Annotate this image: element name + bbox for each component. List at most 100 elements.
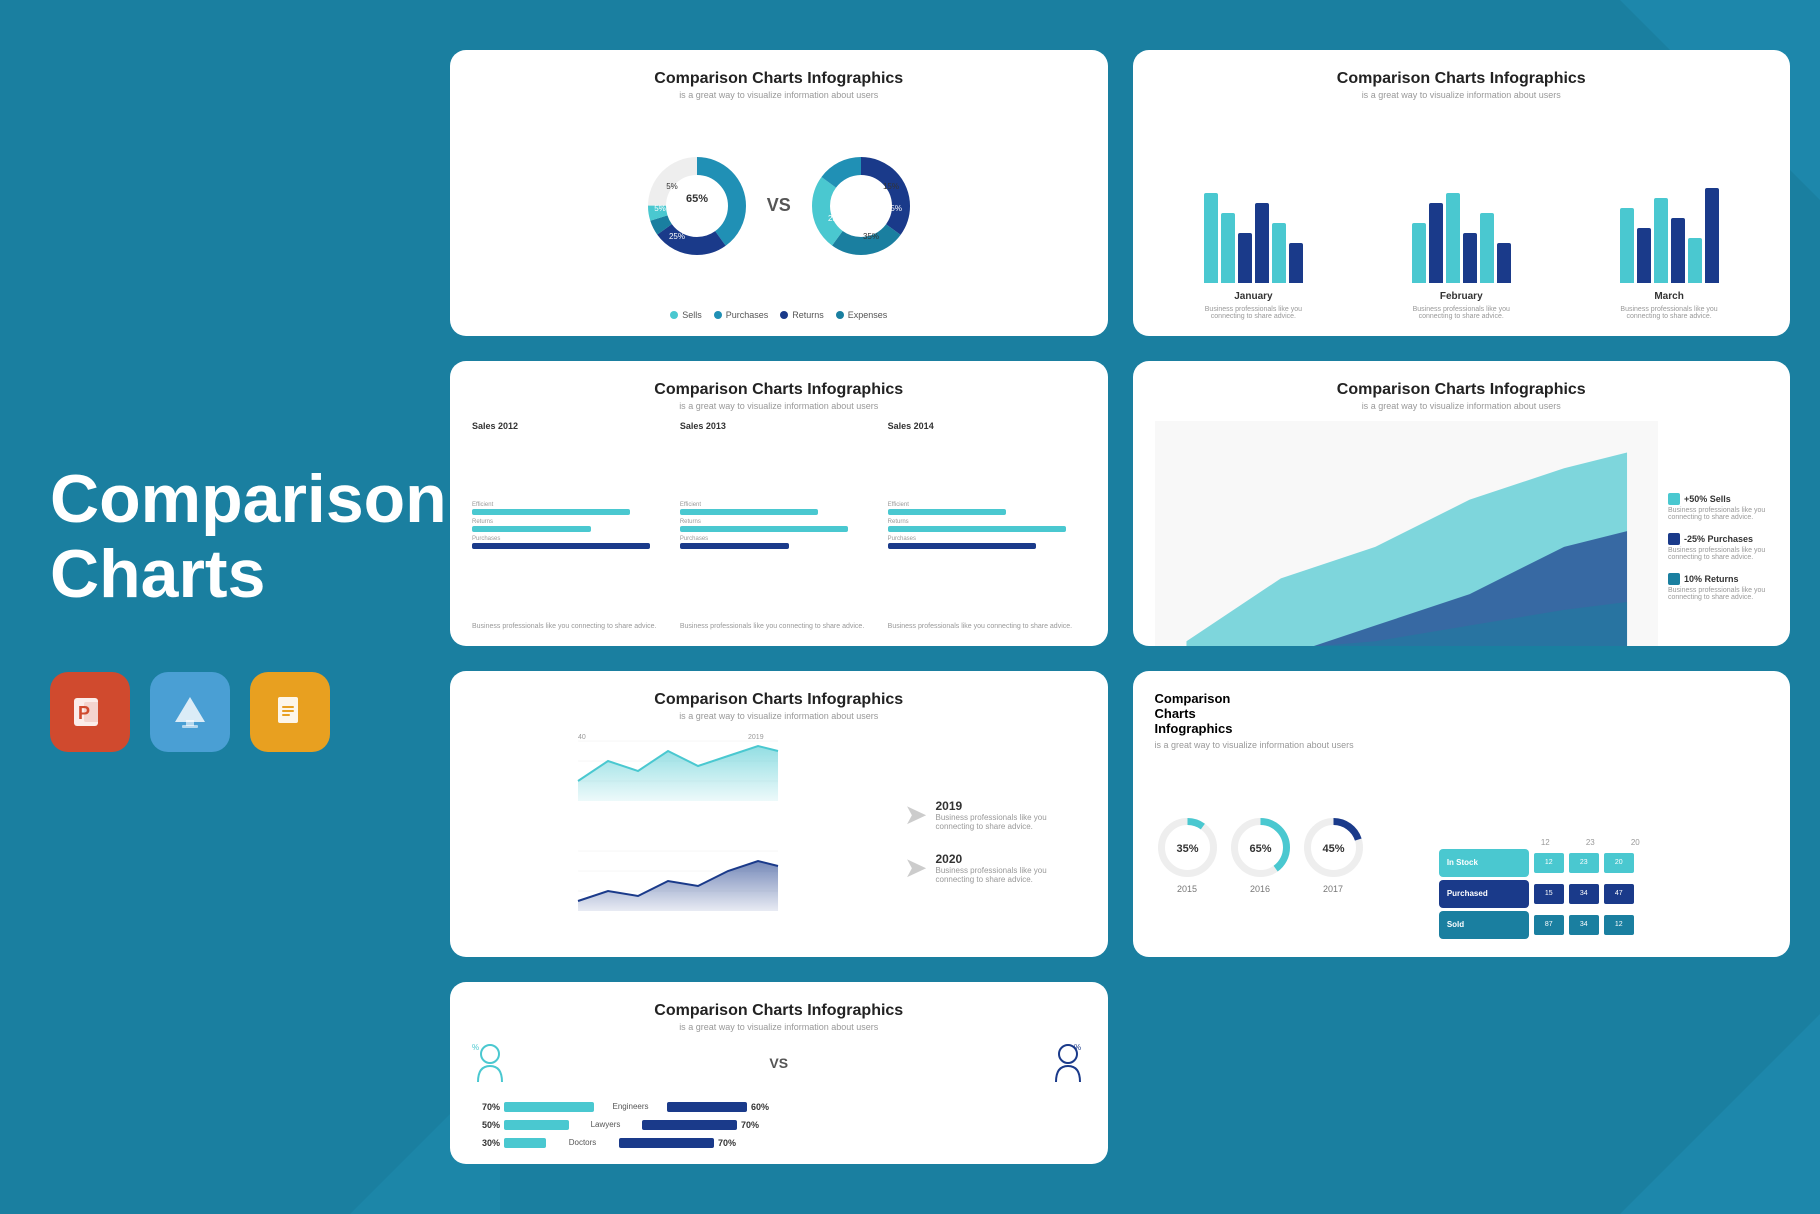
table-section: 12 23 20 In Stock 12 23 20 Purchased (1439, 838, 1768, 941)
march-bars (1620, 183, 1719, 283)
progress-2017: 45% 2017 (1301, 815, 1366, 894)
sales-2012: Sales 2012 Efficient Returns Purchases B… (472, 421, 670, 631)
february-desc: Business professionals like you connecti… (1401, 306, 1521, 320)
legend-sells: Sells (682, 310, 702, 320)
card1-subtitle: is a great way to visualize information … (472, 90, 1086, 100)
card-donut-progress: ComparisonChartsInfographics is a great … (1133, 671, 1791, 957)
sales-2013: Sales 2013 Efficient Returns Purchases B… (680, 421, 878, 631)
legend-returns: Returns (792, 310, 824, 320)
vs-text: VS (767, 195, 791, 216)
card-hbars: Comparison Charts Infographics is a grea… (450, 361, 1108, 647)
svg-text:25%: 25% (669, 232, 685, 241)
table-in-stock: In Stock 12 23 20 (1439, 849, 1768, 877)
card3-subtitle: is a great way to visualize information … (472, 401, 1086, 411)
donut-progress-section: 35% 2015 65% 2016 (1155, 768, 1429, 941)
legend-row: Sells Purchases Returns Expenses (472, 310, 1086, 320)
sales2012-desc: Business professionals like you connecti… (472, 623, 670, 630)
card6-title: ComparisonChartsInfographics (1155, 691, 1429, 736)
year-2020: 2020 (936, 852, 1086, 866)
march-label: March (1654, 291, 1683, 302)
progress-2016: 65% 2016 (1228, 815, 1293, 894)
engineers-left-pct: 70% (472, 1102, 500, 1112)
card-line: Comparison Charts Infographics is a grea… (450, 671, 1108, 957)
january-desc: Business professionals like you connecti… (1193, 306, 1313, 320)
card7-subtitle: is a great way to visualize information … (472, 1022, 1086, 1032)
doctors-right-pct: 70% (718, 1138, 746, 1148)
app-icons: P (50, 672, 330, 752)
svg-text:35%: 35% (1176, 843, 1198, 855)
main-title: Comparison Charts (50, 462, 447, 612)
legend-expenses: Expenses (848, 310, 888, 320)
svg-text:15%: 15% (883, 182, 899, 191)
month-march: March Business professionals like you co… (1570, 183, 1768, 320)
person-icon-right: % (1050, 1042, 1086, 1092)
card4-subtitle: is a great way to visualize information … (1155, 401, 1769, 411)
cards-grid: Comparison Charts Infographics is a grea… (450, 50, 1790, 1164)
sales-sections: Sales 2012 Efficient Returns Purchases B… (472, 421, 1086, 631)
table-sold: Sold 87 34 12 (1439, 911, 1768, 939)
card2-title: Comparison Charts Infographics (1155, 70, 1769, 88)
engineers-row: 70% Engineers 60% (472, 1102, 1086, 1112)
year-2020-desc: Business professionals like you connecti… (936, 866, 1086, 884)
sales2014-title: Sales 2014 (888, 421, 1086, 431)
line-chart-2020 (472, 841, 884, 941)
donut2: 15% 25% 35% 25% (806, 151, 916, 261)
left-panel: Comparison Charts P (0, 0, 430, 1214)
march-desc: Business professionals like you connecti… (1609, 306, 1729, 320)
svg-text:5%: 5% (666, 182, 678, 191)
hbar-group-2013: Efficient Returns Purchases (680, 435, 878, 618)
sales2014-desc: Business professionals like you connecti… (888, 623, 1086, 630)
lawyers-row: 50% Lawyers 70% (472, 1120, 1086, 1130)
card3-title: Comparison Charts Infographics (472, 381, 1086, 399)
doctors-label: Doctors (550, 1138, 615, 1147)
svg-text:5%: 5% (654, 204, 666, 213)
gdocs-icon (250, 672, 330, 752)
svg-text:65%: 65% (686, 193, 708, 205)
year-2019: 2019 (936, 799, 1086, 813)
month-february: February Business professionals like you… (1362, 183, 1560, 320)
hbar-group-2014: Efficient Returns Purchases (888, 435, 1086, 618)
progress-2015: 35% 2015 (1155, 815, 1220, 894)
legend-returns: 10% Returns Business professionals like … (1668, 573, 1768, 601)
sales2013-title: Sales 2013 (680, 421, 878, 431)
sales2012-title: Sales 2012 (472, 421, 670, 431)
line-chart-2019: 40 2019 (472, 731, 884, 831)
powerpoint-icon: P (50, 672, 130, 752)
lawyers-left-pct: 50% (472, 1120, 500, 1130)
line-svg-2020 (472, 841, 884, 911)
year-2019-desc: Business professionals like you connecti… (936, 813, 1086, 831)
hbar-group-2012: Efficient Returns Purchases (472, 435, 670, 618)
engineers-label: Engineers (598, 1102, 663, 1111)
svg-text:40: 40 (578, 734, 586, 741)
card4-title: Comparison Charts Infographics (1155, 381, 1769, 399)
line-svg-2019: 40 2019 (472, 731, 884, 801)
keynote-icon (150, 672, 230, 752)
engineers-right-pct: 60% (751, 1102, 779, 1112)
card6-subtitle: is a great way to visualize information … (1155, 740, 1429, 750)
card2-subtitle: is a great way to visualize information … (1155, 90, 1769, 100)
donut-section: 65% 5% 5% 25% VS 15% 25% (472, 110, 1086, 302)
svg-text:65%: 65% (1249, 843, 1271, 855)
line-charts: 40 2019 (472, 731, 884, 941)
person-icon-left: % (472, 1042, 508, 1092)
lawyers-right-pct: 70% (741, 1120, 769, 1130)
card-comparison: Comparison Charts Infographics is a grea… (450, 982, 1108, 1164)
svg-text:%: % (472, 1043, 479, 1052)
card1-title: Comparison Charts Infographics (472, 70, 1086, 88)
svg-text:25%: 25% (828, 214, 844, 223)
svg-text:35%: 35% (863, 232, 879, 241)
svg-text:%: % (1074, 1043, 1081, 1052)
card5-subtitle: is a great way to visualize information … (472, 711, 1086, 721)
line-chart-section: 40 2019 (472, 731, 1086, 941)
area-chart-container: 2012 2014 2016 2018 2020 +50% Sells Busi… (1155, 421, 1769, 647)
card-donut: Comparison Charts Infographics is a grea… (450, 50, 1108, 336)
legend-purchases: -25% Purchases Business professionals li… (1668, 533, 1768, 561)
donut1: 65% 5% 5% 25% (642, 151, 752, 261)
month-january: January Business professionals like you … (1155, 183, 1353, 320)
comparison-section: % VS % 70% Engineers 60% (472, 1042, 1086, 1148)
bar-months: January Business professionals like you … (1155, 110, 1769, 320)
sales2013-desc: Business professionals like you connecti… (680, 623, 878, 630)
card5-title: Comparison Charts Infographics (472, 691, 1086, 709)
svg-text:45%: 45% (1322, 843, 1344, 855)
doctors-left-pct: 30% (472, 1138, 500, 1148)
